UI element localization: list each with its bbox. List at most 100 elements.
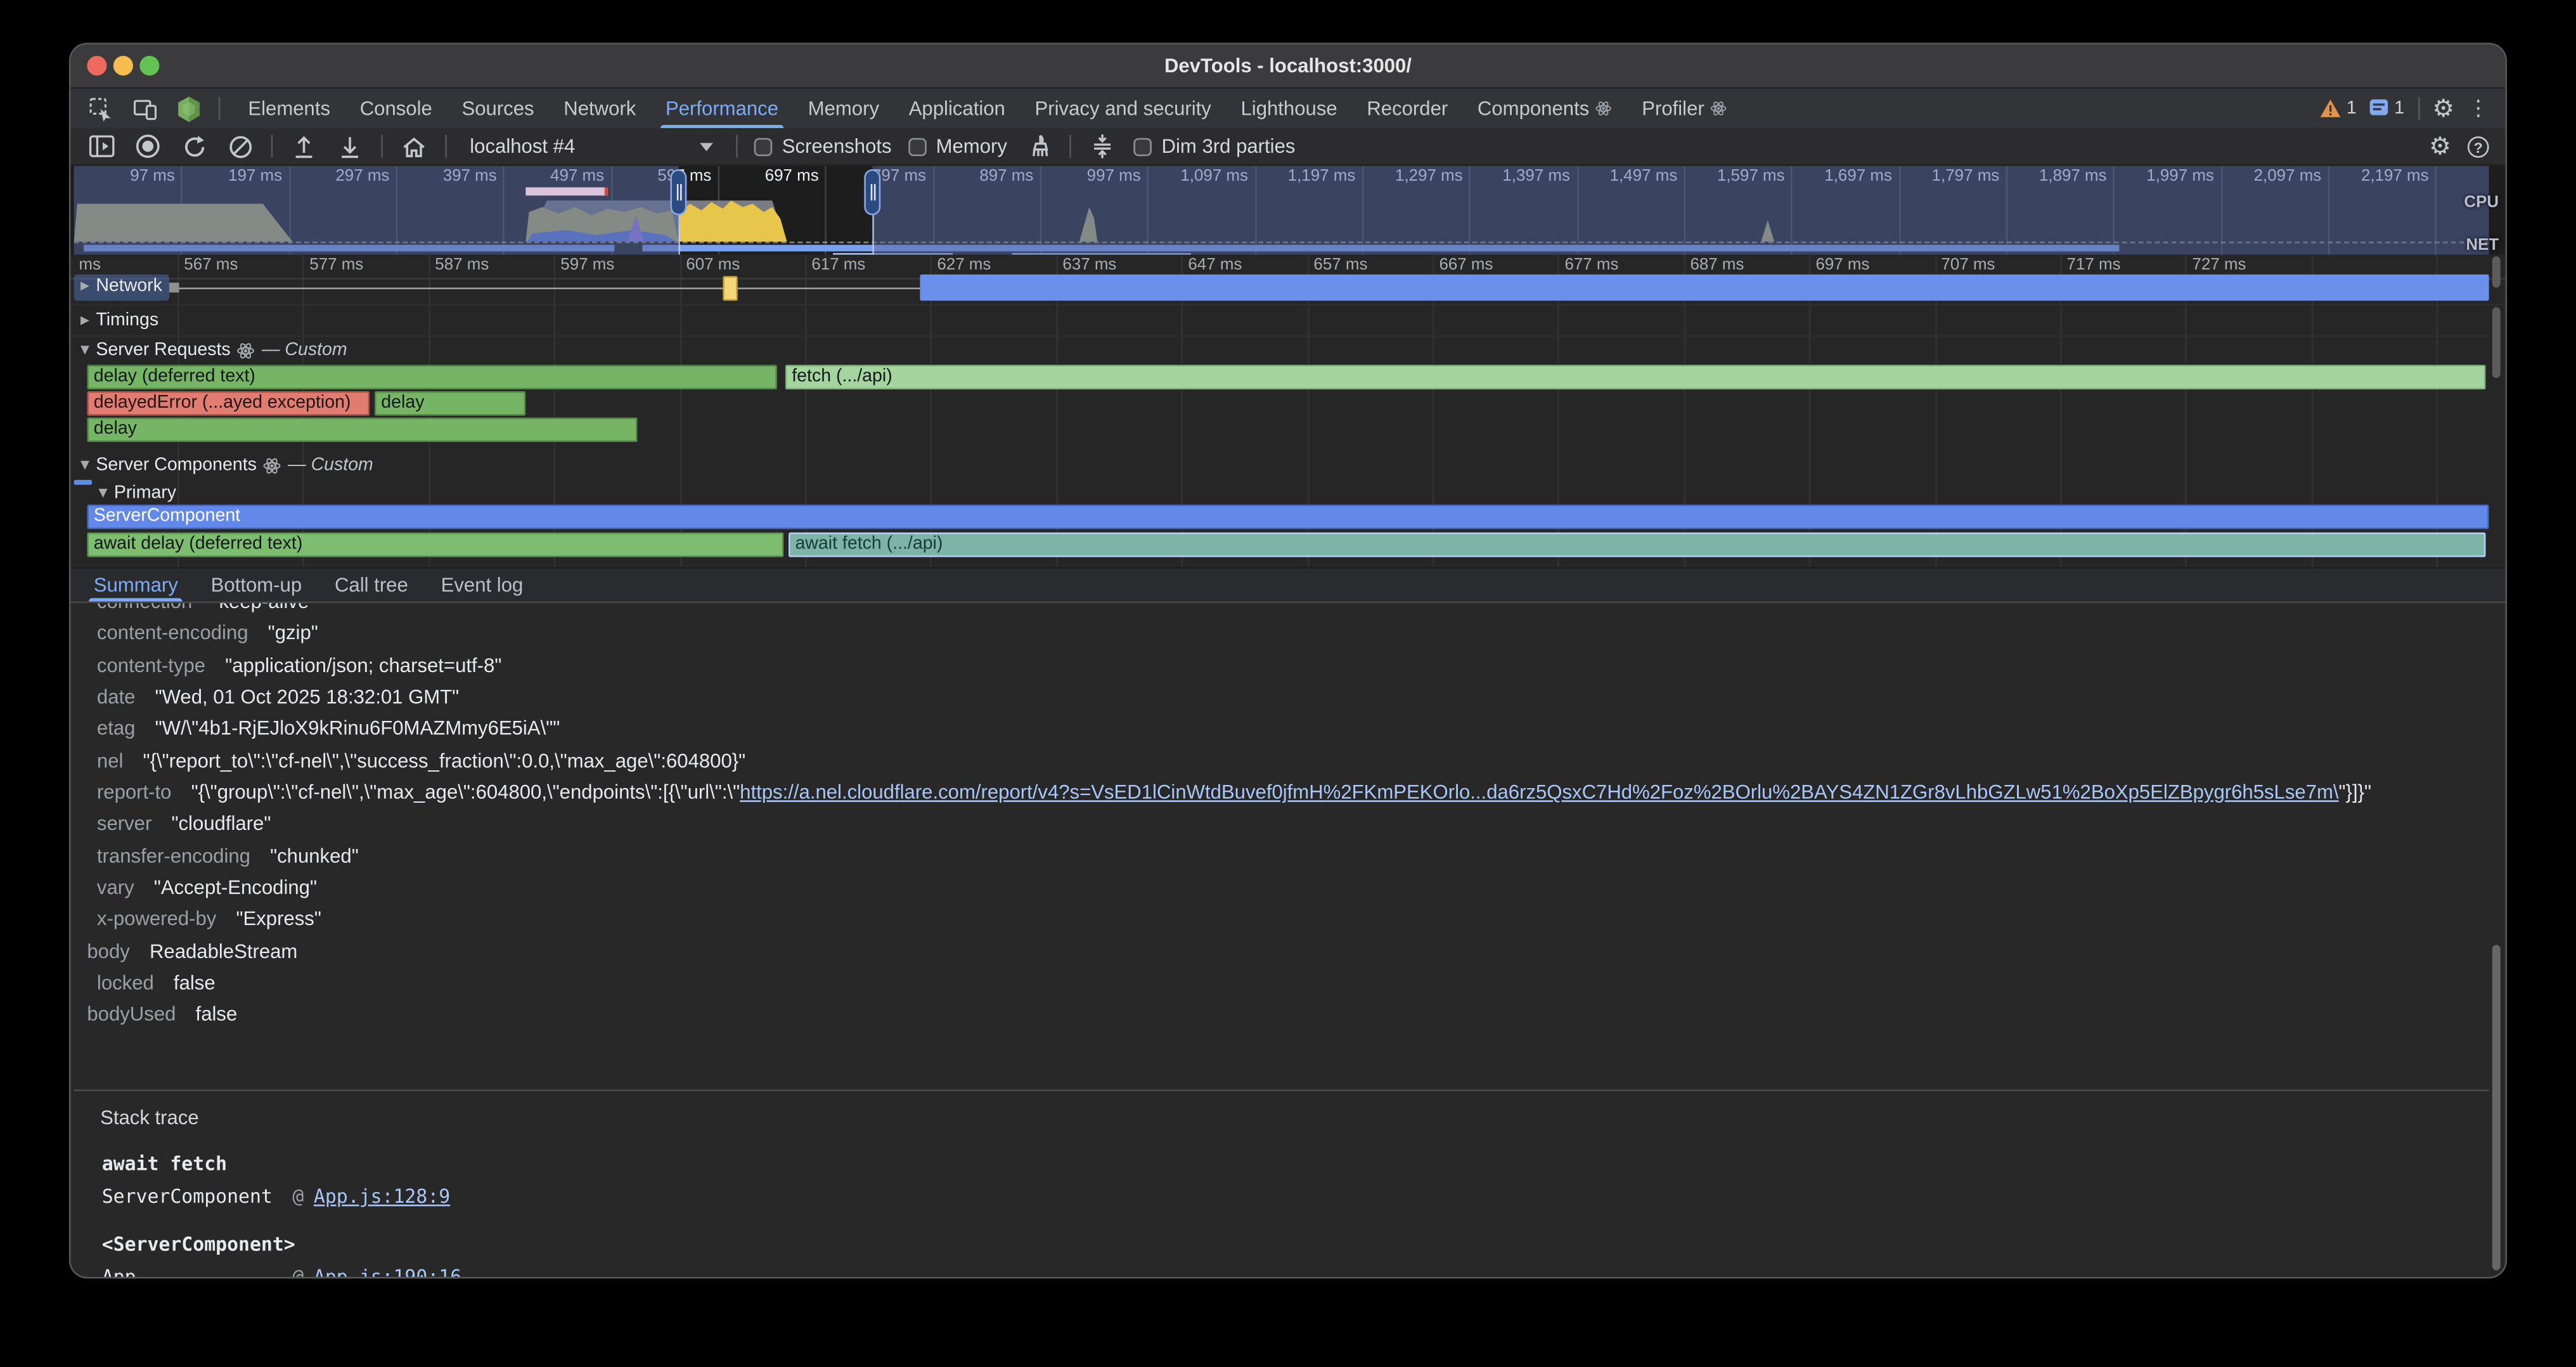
details-tab-event-log[interactable]: Event log [425, 569, 540, 602]
expand-arrow-icon[interactable]: ▶ [80, 280, 89, 293]
ruler-tick-label: 697 ms [1815, 256, 1869, 276]
tab-recorder[interactable]: Recorder [1352, 89, 1463, 128]
track-server-requests[interactable]: ▼ Server Requests — Custom [80, 340, 347, 360]
flame-event-await-fetch-api[interactable]: await fetch (.../api) [789, 533, 2485, 557]
help-icon[interactable]: ? [2468, 136, 2489, 157]
property-row[interactable]: server"cloudflare" [70, 809, 2482, 841]
track-timings[interactable]: ▶ Timings [80, 311, 158, 330]
flame-event-delay[interactable]: delay [87, 417, 637, 442]
ruler-tick-label: 687 ms [1690, 256, 1744, 276]
flame-event-delay-deferred-text[interactable]: delay (deferred text) [87, 365, 777, 389]
timeline-overview[interactable]: 97 ms197 ms297 ms397 ms497 ms597 ms697 m… [70, 166, 2505, 255]
device-toolbar-icon[interactable] [130, 94, 160, 124]
property-row[interactable]: bodyReadableStream [70, 936, 2482, 968]
property-row[interactable]: x-powered-by"Express" [70, 904, 2482, 936]
collapse-arrow-icon[interactable]: ▼ [99, 486, 108, 500]
request-start-square [169, 282, 179, 292]
tab-performance[interactable]: Performance [651, 89, 794, 128]
property-row[interactable]: bodyUsedfalse [70, 1000, 2482, 1032]
track-server-components-primary[interactable]: ▼ Primary [99, 483, 177, 503]
frame-source-link[interactable]: App.js:190:16 [314, 1264, 461, 1277]
record-and-reload-button[interactable] [179, 131, 209, 161]
flame-scrollbar-thumb[interactable] [2492, 308, 2501, 378]
load-profile-icon[interactable] [289, 131, 319, 161]
tab-lighthouse[interactable]: Lighthouse [1226, 89, 1352, 128]
frame-source-link[interactable]: App.js:128:9 [314, 1183, 450, 1211]
inspect-element-icon[interactable] [86, 94, 115, 124]
property-row[interactable]: nel"{\"report_to\":\"cf-nel\",\"success_… [70, 746, 2482, 777]
flame-event-await-delay-deferred-text[interactable]: await delay (deferred text) [87, 533, 783, 557]
garbage-collect-icon[interactable] [1024, 131, 1053, 161]
tab-application[interactable]: Application [894, 89, 1020, 128]
tab-network[interactable]: Network [549, 89, 651, 128]
tab-console[interactable]: Console [345, 89, 447, 128]
settings-gear-icon[interactable]: ⚙ [2432, 94, 2454, 124]
ruler-tick-label: 607 ms [686, 256, 740, 276]
kebab-menu-icon[interactable]: ⋮ [2468, 96, 2489, 121]
memory-checkbox[interactable]: Memory [908, 135, 1007, 158]
ruler-tick-label: 667 ms [1439, 256, 1493, 276]
tab-sources[interactable]: Sources [447, 89, 549, 128]
flame-scrollbar-thumb[interactable] [2492, 256, 2501, 287]
window-right-drag-handle[interactable] [864, 169, 880, 216]
frame-function: App [102, 1264, 293, 1277]
issues-count: 1 [2394, 99, 2404, 119]
property-row[interactable]: content-encoding"gzip" [70, 618, 2482, 650]
capture-settings-gear-icon[interactable]: ⚙ [2429, 131, 2451, 161]
warnings-indicator[interactable]: 1 [2320, 99, 2356, 119]
chevron-down-icon [700, 142, 713, 150]
issues-icon [2370, 99, 2390, 119]
property-row[interactable]: date"Wed, 01 Oct 2025 18:32:01 GMT" [70, 682, 2482, 714]
report-to-url-link[interactable]: https://a.nel.cloudflare.com/report/v4?s… [740, 781, 2338, 803]
details-tab-summary[interactable]: Summary [77, 569, 195, 602]
tab-components[interactable]: Components [1463, 89, 1627, 128]
collapse-arrow-icon[interactable]: ▼ [80, 458, 89, 472]
property-row[interactable]: etag"W/\"4b1-RjEJloX9kRinu6F0MAZMmy6E5iA… [70, 714, 2482, 746]
property-row[interactable]: lockedfalse [70, 968, 2482, 999]
details-scrollbar-thumb[interactable] [2492, 945, 2501, 1270]
property-row[interactable]: vary"Accept-Encoding" [70, 872, 2482, 904]
track-server-components[interactable]: ▼ Server Components — Custom [80, 455, 373, 475]
network-request-bar[interactable] [920, 275, 2489, 301]
flame-event-delayederror-ayed-exception[interactable]: delayedError (...ayed exception) [87, 391, 370, 416]
flame-event-servercomponent[interactable]: ServerComponent [87, 505, 2489, 529]
tab-privacy-and-security[interactable]: Privacy and security [1020, 89, 1226, 128]
green-hexagon-extension-icon[interactable] [174, 94, 204, 124]
checkbox-label: Screenshots [782, 135, 892, 158]
issues-indicator[interactable]: 1 [2370, 99, 2405, 119]
flame-event-delay[interactable]: delay [375, 391, 525, 416]
toggle-sidebar-icon[interactable] [87, 131, 117, 161]
flame-event-fetch-api[interactable]: fetch (.../api) [785, 365, 2486, 389]
property-row[interactable]: report-to"{\"group\":\"cf-nel\",\"max_ag… [70, 777, 2482, 809]
panel-tabs: ElementsConsoleSourcesNetworkPerformance… [233, 89, 1742, 128]
property-key: content-type [97, 654, 205, 677]
collapse-tracks-icon[interactable] [1088, 131, 1117, 161]
flame-chart[interactable]: ms 567 ms577 ms587 ms597 ms607 ms617 ms6… [70, 255, 2505, 567]
property-key: transfer-encoding [97, 844, 250, 867]
tab-elements[interactable]: Elements [233, 89, 345, 128]
track-network[interactable]: ▶ Network [80, 276, 162, 295]
property-row[interactable]: connection"keep-alive" [70, 603, 2482, 618]
tab-profiler[interactable]: Profiler [1627, 89, 1742, 128]
record-button[interactable] [133, 131, 163, 161]
collapse-arrow-icon[interactable]: ▼ [80, 344, 89, 357]
tab-memory[interactable]: Memory [793, 89, 894, 128]
property-value: "{\"group\":\"cf-nel\",\"max_age\":60480… [191, 781, 2371, 803]
clear-button[interactable] [225, 131, 255, 161]
history-select[interactable]: localhost #4 [463, 135, 719, 158]
property-key: nel [97, 749, 124, 772]
home-icon[interactable] [399, 131, 429, 161]
request-queueing-marker[interactable] [723, 276, 737, 301]
frame-function: ServerComponent [102, 1183, 293, 1211]
details-tab-call-tree[interactable]: Call tree [318, 569, 425, 602]
summary-pane: connection"keep-alive"content-encoding"g… [70, 603, 2505, 1277]
expand-arrow-icon[interactable]: ▶ [80, 314, 89, 327]
details-tab-bottom-up[interactable]: Bottom-up [195, 569, 318, 602]
property-value: "Wed, 01 Oct 2025 18:32:01 GMT" [155, 685, 460, 708]
dim-3rd-parties-checkbox[interactable]: Dim 3rd parties [1133, 135, 1295, 158]
window-left-drag-handle[interactable] [670, 169, 686, 216]
property-row[interactable]: content-type"application/json; charset=u… [70, 650, 2482, 682]
screenshots-checkbox[interactable]: Screenshots [754, 135, 892, 158]
property-row[interactable]: transfer-encoding"chunked" [70, 841, 2482, 872]
save-profile-icon[interactable] [335, 131, 365, 161]
